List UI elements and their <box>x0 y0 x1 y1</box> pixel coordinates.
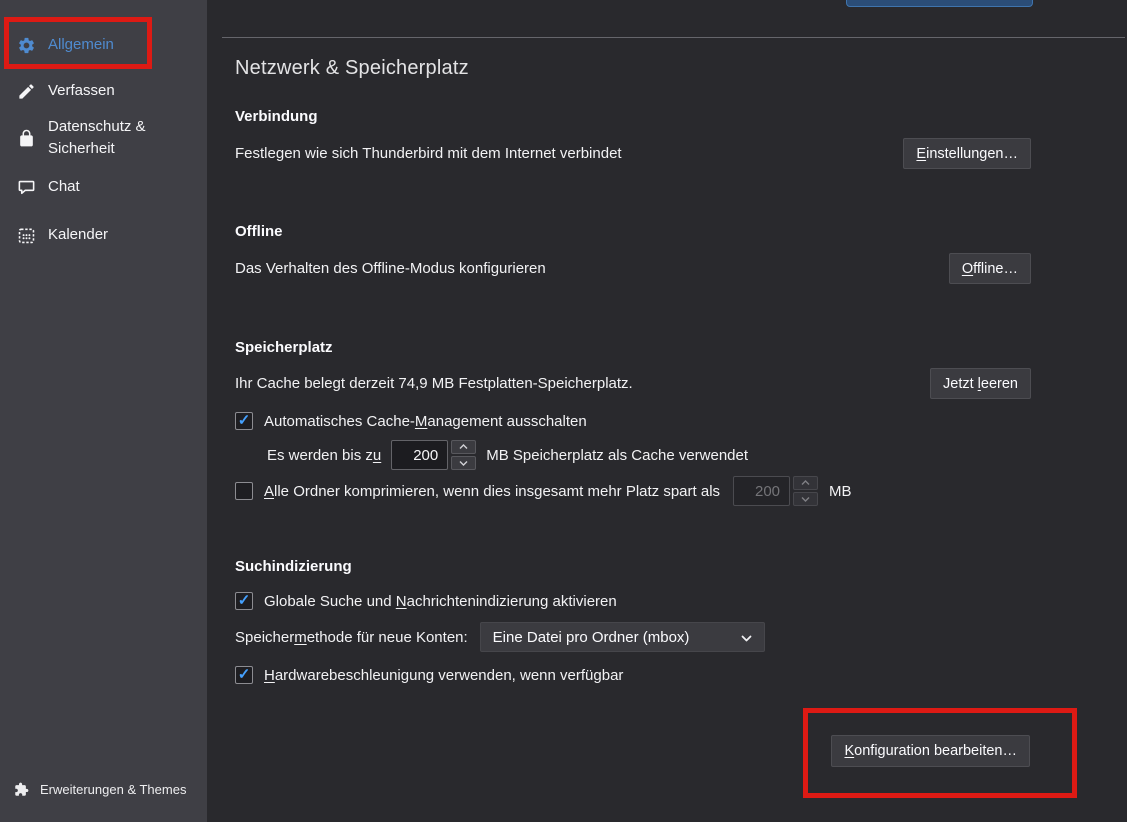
sidebar-item-chat[interactable]: Chat <box>0 172 207 202</box>
hardware-acceleration-checkbox[interactable]: ✓ <box>235 666 253 684</box>
store-method-selected-option: Eine Datei pro Ordner (mbox) <box>493 629 690 646</box>
settings-sidebar: Allgemein Verfassen Datenschutz & Sicher… <box>0 0 207 822</box>
edit-config-button[interactable]: Konfiguration bearbeiten… <box>831 735 1030 767</box>
cache-size-input[interactable] <box>391 440 448 470</box>
sidebar-item-datenschutz-sicherheit[interactable]: Datenschutz & Sicherheit <box>0 113 207 163</box>
connection-description: Festlegen wie sich Thunderbird mit dem I… <box>235 145 622 162</box>
section-title-suchindizierung: Suchindizierung <box>235 558 352 575</box>
check-icon: ✓ <box>238 667 251 682</box>
cache-status-row: Ihr Cache belegt derzeit 74,9 MB Festpla… <box>235 368 1031 399</box>
sidebar-item-label: Allgemein <box>48 34 114 56</box>
sidebar-item-label: Chat <box>48 176 80 198</box>
compact-threshold-unit: MB <box>829 483 852 500</box>
offline-description: Das Verhalten des Offline-Modus konfigur… <box>235 260 546 277</box>
thunderbird-settings-window: Allgemein Verfassen Datenschutz & Sicher… <box>0 0 1127 822</box>
store-method-label: Speichermethode für neue Konten: <box>235 629 468 646</box>
page-title: Netzwerk & Speicherplatz <box>235 57 469 80</box>
cache-limit-label-pre: Es werden bis zu <box>267 447 381 464</box>
cache-limit-label-suffix: MB Speicherplatz als Cache verwendet <box>486 447 748 464</box>
compact-folders-checkbox[interactable] <box>235 482 253 500</box>
sidebar-item-kalender[interactable]: Kalender <box>0 220 207 250</box>
sidebar-item-allgemein[interactable]: Allgemein <box>0 28 207 62</box>
settings-content: Netzwerk & Speicherplatz Verbindung Fest… <box>207 0 1127 822</box>
cache-size-decrement-button[interactable] <box>451 456 476 470</box>
sidebar-item-label: Kalender <box>48 224 108 246</box>
calendar-icon <box>16 225 36 245</box>
offline-button[interactable]: Offline… <box>949 253 1031 284</box>
cache-limit-row: Es werden bis zu MB Speicherplatz als Ca… <box>267 440 748 470</box>
hardware-acceleration-row: ✓ Hardwarebeschleunigung verwenden, wenn… <box>235 664 623 686</box>
sidebar-item-label: Datenschutz & Sicherheit <box>48 116 166 160</box>
compact-threshold-increment-button[interactable] <box>793 476 818 490</box>
compact-threshold-input[interactable] <box>733 476 790 506</box>
cache-management-checkbox[interactable]: ✓ <box>235 412 253 430</box>
store-method-row: Speichermethode für neue Konten: Eine Da… <box>235 622 765 652</box>
hardware-acceleration-label: Hardwarebeschleunigung verwenden, wenn v… <box>264 667 623 684</box>
section-title-offline: Offline <box>235 223 283 240</box>
cache-size-spinner <box>391 440 476 470</box>
offline-row: Das Verhalten des Offline-Modus konfigur… <box>235 253 1031 284</box>
clipped-blue-button[interactable] <box>846 0 1033 7</box>
cache-management-label: Automatisches Cache-Management ausschalt… <box>264 413 587 430</box>
gear-icon <box>16 35 36 55</box>
section-title-speicherplatz: Speicherplatz <box>235 339 333 356</box>
compact-threshold-decrement-button[interactable] <box>793 492 818 506</box>
cache-status-text: Ihr Cache belegt derzeit 74,9 MB Festpla… <box>235 375 633 392</box>
store-method-select[interactable]: Eine Datei pro Ordner (mbox) <box>480 622 765 652</box>
sidebar-footer-label: Erweiterungen & Themes <box>40 782 186 797</box>
clear-cache-button[interactable]: Jetzt leeren <box>930 368 1031 399</box>
sidebar-item-erweiterungen-themes[interactable]: Erweiterungen & Themes <box>0 774 207 804</box>
sidebar-item-label: Verfassen <box>48 80 115 102</box>
lock-icon <box>16 128 36 148</box>
section-title-verbindung: Verbindung <box>235 108 318 125</box>
puzzle-icon <box>14 782 29 797</box>
sidebar-item-verfassen[interactable]: Verfassen <box>0 76 207 106</box>
cache-size-increment-button[interactable] <box>451 440 476 454</box>
compact-folders-label: Alle Ordner komprimieren, wenn dies insg… <box>264 483 720 500</box>
global-search-checkbox[interactable]: ✓ <box>235 592 253 610</box>
connection-row: Festlegen wie sich Thunderbird mit dem I… <box>235 138 1031 169</box>
global-search-label: Globale Suche und Nachrichtenindizierung… <box>264 593 617 610</box>
connection-settings-button[interactable]: Einstellungen… <box>903 138 1031 169</box>
compact-threshold-spinner <box>733 476 818 506</box>
chat-bubble-icon <box>16 177 36 197</box>
global-search-row: ✓ Globale Suche und Nachrichtenindizieru… <box>235 590 617 612</box>
check-icon: ✓ <box>238 593 251 608</box>
chevron-down-icon <box>741 629 752 646</box>
section-divider <box>222 37 1125 38</box>
pencil-icon <box>16 81 36 101</box>
compact-folders-row: Alle Ordner komprimieren, wenn dies insg… <box>235 476 852 506</box>
check-icon: ✓ <box>238 413 251 428</box>
cache-management-checkbox-row: ✓ Automatisches Cache-Management ausscha… <box>235 410 587 432</box>
